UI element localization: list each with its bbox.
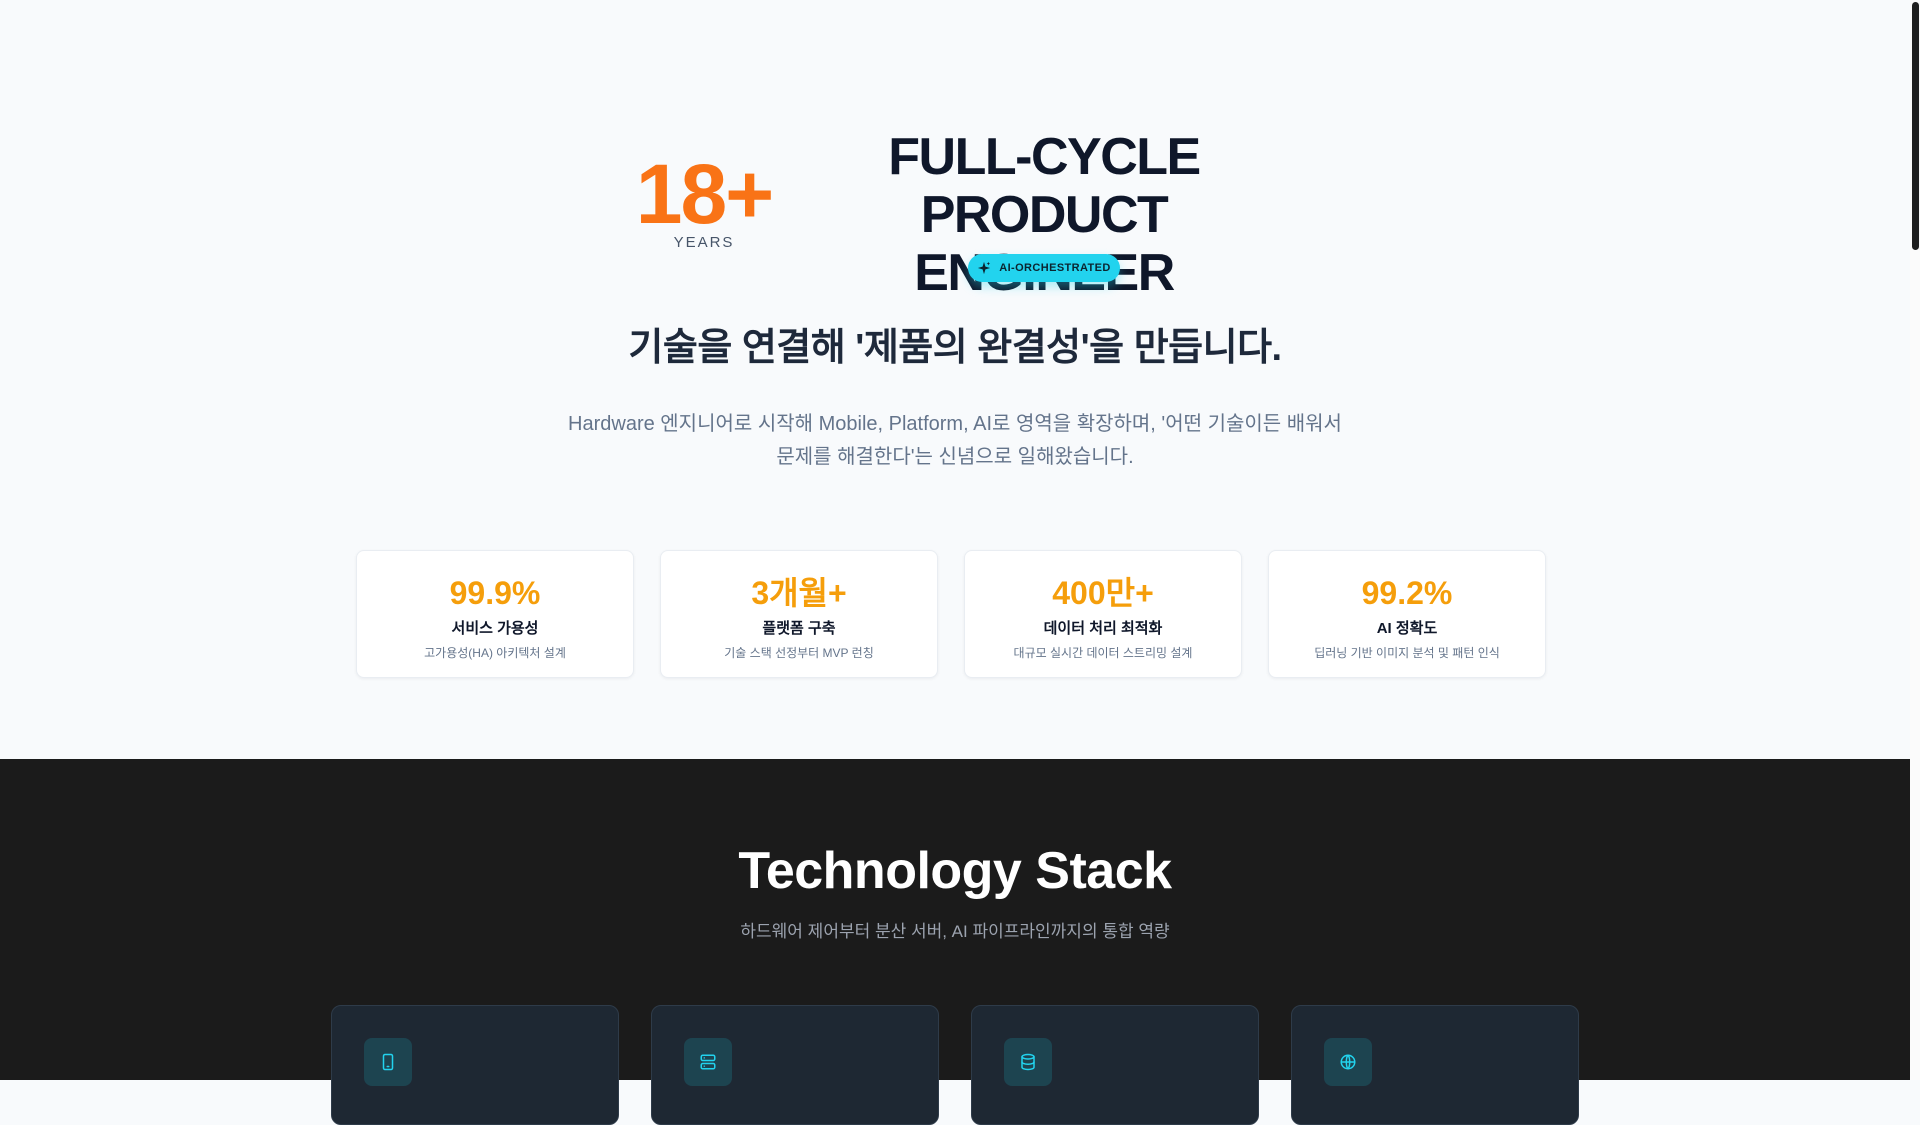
tech-card-database[interactable]	[971, 1005, 1259, 1125]
tech-icon-box	[684, 1038, 732, 1086]
hero-intro: Hardware 엔지니어로 시작해 Mobile, Platform, AI로…	[568, 413, 1342, 468]
tech-cards-row	[331, 1005, 1579, 1125]
sparkle-icon	[978, 261, 991, 275]
tech-icon-box	[1324, 1038, 1372, 1086]
tech-stack-title: Technology Stack	[738, 842, 1172, 900]
stat-card-data: 400만+ 데이터 처리 최적화 대규모 실시간 데이터 스트리밍 설계	[964, 550, 1242, 678]
tech-card-mobile[interactable]	[331, 1005, 619, 1125]
server-icon	[700, 1054, 716, 1070]
years-block: 18+ YEARS	[626, 152, 782, 251]
years-number: 18+	[635, 147, 775, 241]
stat-card-availability: 99.9% 서비스 가용성 고가용성(HA) 아키텍처 설계	[356, 550, 634, 678]
tech-icon-box	[364, 1038, 412, 1086]
badge-label: AI-ORCHESTRATED	[999, 262, 1111, 274]
stat-value: 400만+	[1052, 575, 1154, 611]
tech-icon-box	[1004, 1038, 1052, 1086]
ai-orchestrated-badge: AI-ORCHESTRATED	[968, 254, 1120, 282]
tech-card-server[interactable]	[651, 1005, 939, 1125]
stat-title: AI 정확도	[1376, 620, 1438, 637]
scrollbar-thumb[interactable]	[1912, 2, 1919, 250]
stat-value: 99.2%	[1361, 575, 1453, 611]
stat-card-ai: 99.2% AI 정확도 딥러닝 기반 이미지 분석 및 패턴 인식	[1268, 550, 1546, 678]
tech-stack-section: Technology Stack 하드웨어 제어부터 분산 서버, AI 파이프…	[0, 759, 1910, 1125]
stat-value: 3개월+	[751, 575, 847, 611]
stat-desc: 고가용성(HA) 아키텍처 설계	[424, 646, 566, 660]
hero-title-line-2: PRODUCT ENGINEER	[914, 186, 1175, 302]
globe-icon	[1340, 1054, 1356, 1070]
hero-title-line-1: FULL-CYCLE	[888, 128, 1201, 186]
stat-desc: 대규모 실시간 데이터 스트리밍 설계	[1013, 646, 1193, 660]
tech-card-web[interactable]	[1291, 1005, 1579, 1125]
database-icon	[1021, 1053, 1035, 1071]
stat-desc: 딥러닝 기반 이미지 분석 및 패턴 인식	[1314, 646, 1500, 660]
hero-headline: 기술을 연결해 '제품의 완결성'을 만듭니다.	[628, 327, 1282, 369]
smartphone-icon	[382, 1053, 394, 1071]
stat-title: 데이터 처리 최적화	[1043, 620, 1163, 637]
tech-stack-subtitle: 하드웨어 제어부터 분산 서버, AI 파이프라인까지의 통합 역량	[740, 922, 1170, 941]
stat-title: 플랫폼 구축	[762, 620, 836, 637]
page-scrollbar[interactable]	[1910, 0, 1920, 1080]
stat-title: 서비스 가용성	[451, 620, 539, 637]
stat-desc: 기술 스택 선정부터 MVP 런칭	[724, 646, 874, 660]
stat-value: 99.9%	[449, 575, 541, 611]
hero-section: 18+ YEARS FULL-CYCLE PRODUCT ENGINEER AI…	[0, 0, 1910, 759]
stat-card-platform: 3개월+ 플랫폼 구축 기술 스택 선정부터 MVP 런칭	[660, 550, 938, 678]
stats-row: 99.9% 서비스 가용성 고가용성(HA) 아키텍처 설계 3개월+ 플랫폼 …	[356, 550, 1554, 678]
